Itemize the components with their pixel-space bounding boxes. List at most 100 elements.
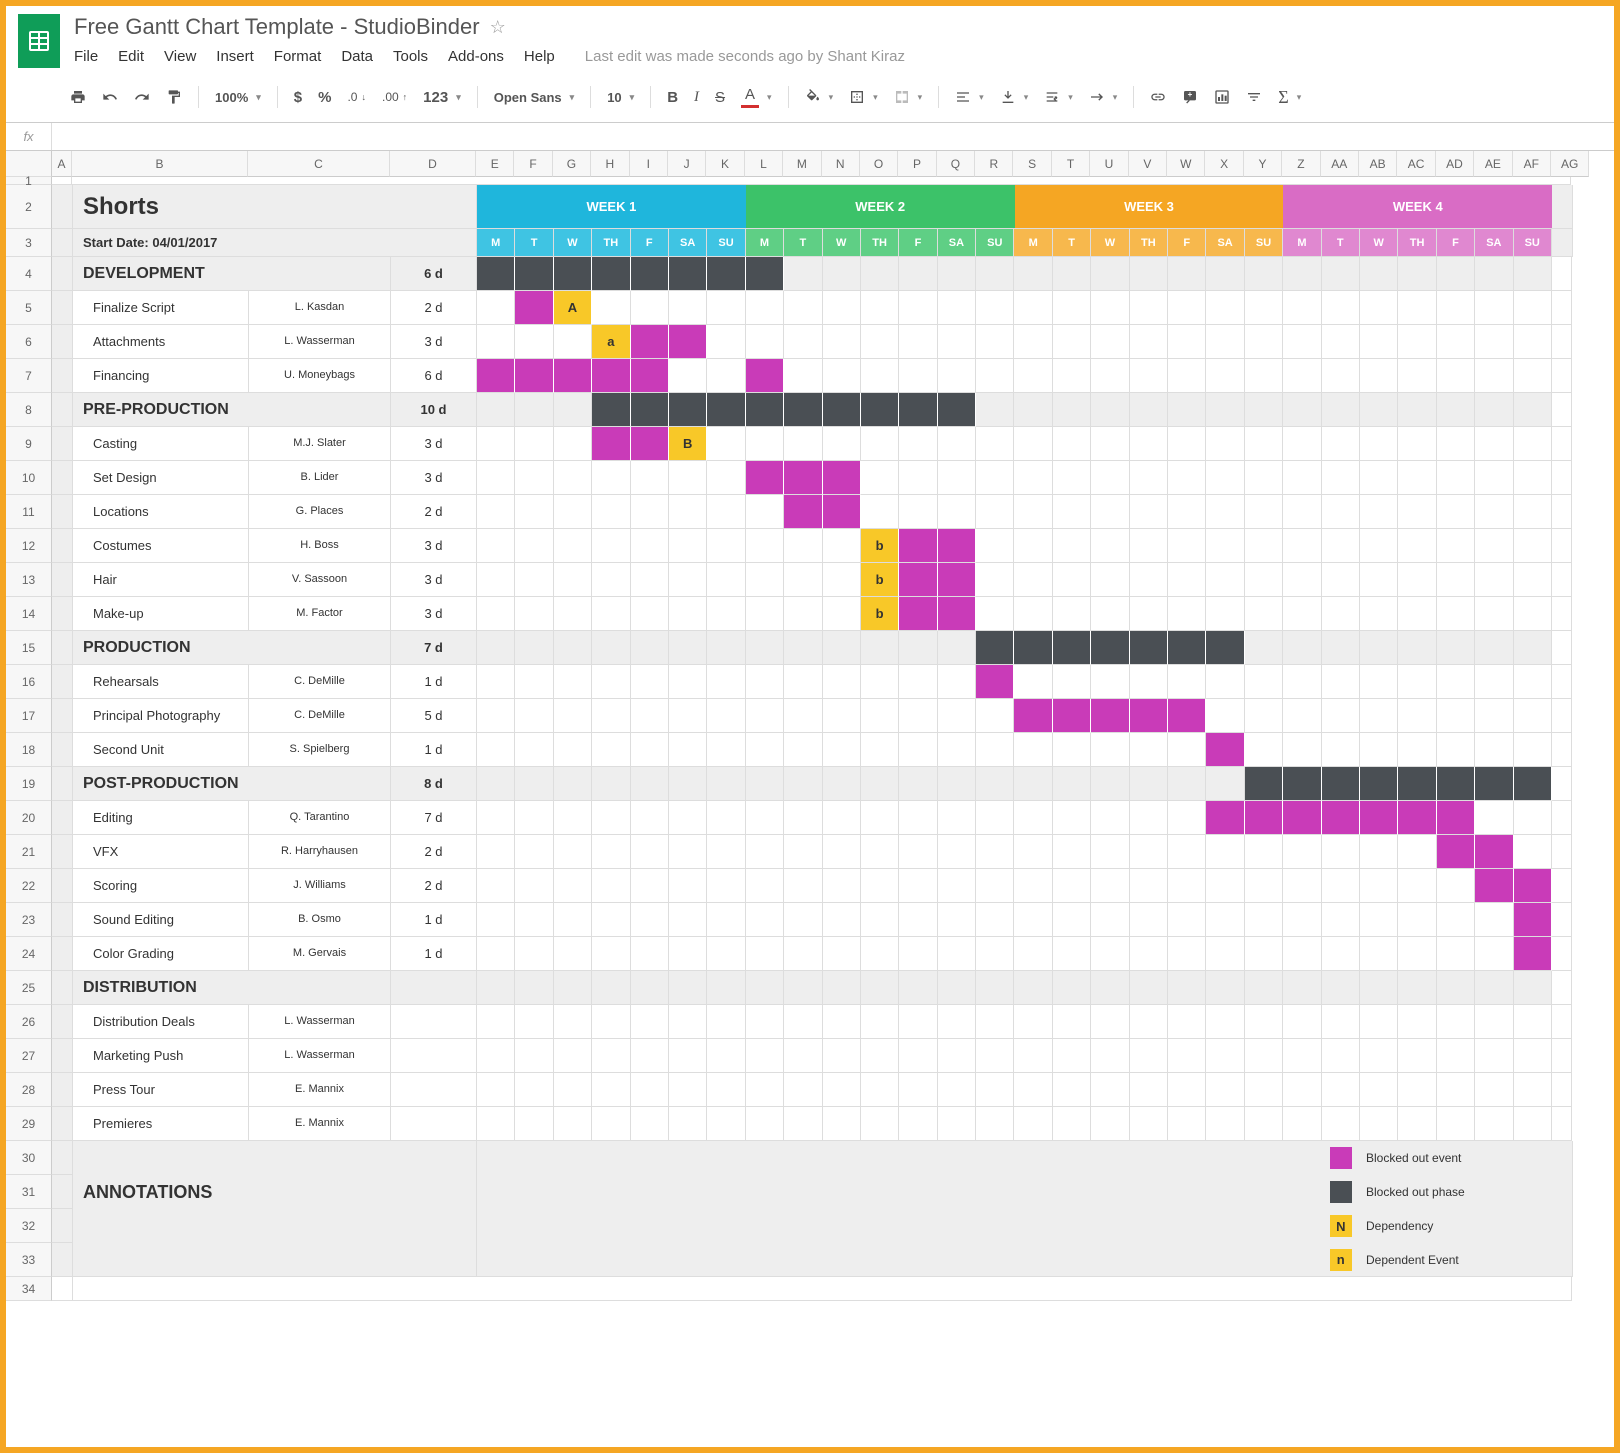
cell[interactable] xyxy=(52,733,73,767)
cell[interactable] xyxy=(746,1209,784,1243)
gantt-cell[interactable] xyxy=(707,529,745,563)
insert-comment-icon[interactable]: + xyxy=(1176,85,1204,109)
gantt-cell[interactable] xyxy=(1014,461,1052,495)
cell[interactable] xyxy=(899,1141,937,1175)
gantt-cell[interactable] xyxy=(477,971,515,1005)
gantt-cell[interactable] xyxy=(707,631,745,665)
cell[interactable] xyxy=(52,325,73,359)
gantt-cell[interactable] xyxy=(1053,257,1091,291)
gantt-cell[interactable] xyxy=(554,359,592,393)
gantt-cell[interactable] xyxy=(746,529,784,563)
gantt-cell[interactable] xyxy=(1360,699,1398,733)
cell[interactable] xyxy=(52,393,73,427)
gantt-cell[interactable] xyxy=(515,937,553,971)
column-header[interactable]: AF xyxy=(1513,151,1551,177)
gantt-cell[interactable] xyxy=(631,1039,669,1073)
gantt-cell[interactable] xyxy=(1360,1073,1398,1107)
edit-status[interactable]: Last edit was made seconds ago by Shant … xyxy=(585,48,905,65)
task-name[interactable]: Premieres xyxy=(73,1107,249,1141)
gantt-cell[interactable] xyxy=(1437,971,1475,1005)
gantt-cell[interactable] xyxy=(1014,257,1052,291)
cell[interactable] xyxy=(669,1243,707,1277)
gantt-cell[interactable] xyxy=(976,563,1014,597)
gantt-cell[interactable] xyxy=(515,359,553,393)
gantt-cell[interactable] xyxy=(899,1039,937,1073)
gantt-cell[interactable] xyxy=(515,903,553,937)
task-duration[interactable]: 1 d xyxy=(391,665,477,699)
gantt-cell[interactable]: b xyxy=(861,563,899,597)
cell[interactable] xyxy=(1053,1209,1091,1243)
gantt-cell[interactable] xyxy=(1322,325,1360,359)
row-header[interactable]: 30 xyxy=(6,1141,52,1175)
cell[interactable] xyxy=(976,1175,1014,1209)
gantt-cell[interactable] xyxy=(1360,631,1398,665)
column-header[interactable]: AD xyxy=(1436,151,1474,177)
gantt-cell[interactable] xyxy=(477,1107,515,1141)
gantt-cell[interactable] xyxy=(746,1107,784,1141)
gantt-cell[interactable] xyxy=(1283,461,1321,495)
gantt-cell[interactable] xyxy=(1514,903,1552,937)
gantt-cell[interactable] xyxy=(1475,597,1513,631)
cell[interactable] xyxy=(477,1141,515,1175)
day-header[interactable]: TH xyxy=(592,229,630,257)
gantt-cell[interactable] xyxy=(631,393,669,427)
gantt-cell[interactable] xyxy=(861,461,899,495)
gantt-cell[interactable] xyxy=(1091,1039,1129,1073)
gantt-cell[interactable] xyxy=(669,393,707,427)
cell[interactable] xyxy=(631,1175,669,1209)
gantt-cell[interactable] xyxy=(823,325,861,359)
gantt-cell[interactable] xyxy=(1014,631,1052,665)
task-owner[interactable]: M. Factor xyxy=(249,597,391,631)
gantt-cell[interactable] xyxy=(669,699,707,733)
gantt-cell[interactable] xyxy=(976,937,1014,971)
cell[interactable] xyxy=(515,1243,553,1277)
gantt-cell[interactable] xyxy=(1437,1073,1475,1107)
gantt-cell[interactable] xyxy=(823,1107,861,1141)
gantt-cell[interactable] xyxy=(1014,1039,1052,1073)
gantt-cell[interactable] xyxy=(554,393,592,427)
row-header[interactable]: 14 xyxy=(6,597,52,631)
gantt-cell[interactable] xyxy=(554,835,592,869)
gantt-cell[interactable] xyxy=(938,359,976,393)
gantt-cell[interactable] xyxy=(1206,257,1244,291)
gantt-cell[interactable] xyxy=(515,495,553,529)
gantt-cell[interactable] xyxy=(746,393,784,427)
cell[interactable] xyxy=(52,495,73,529)
cell[interactable] xyxy=(592,1141,630,1175)
row-header[interactable]: 1 xyxy=(6,177,52,185)
gantt-cell[interactable] xyxy=(1283,1039,1321,1073)
column-header[interactable]: S xyxy=(1013,151,1051,177)
gantt-cell[interactable] xyxy=(631,461,669,495)
gantt-cell[interactable] xyxy=(554,733,592,767)
gantt-cell[interactable] xyxy=(669,1005,707,1039)
gantt-cell[interactable]: b xyxy=(861,597,899,631)
cell[interactable] xyxy=(1130,1141,1168,1175)
column-header[interactable]: A xyxy=(52,151,72,177)
day-header[interactable]: T xyxy=(1322,229,1360,257)
column-header[interactable]: M xyxy=(783,151,821,177)
gantt-cell[interactable] xyxy=(707,1005,745,1039)
cell[interactable] xyxy=(52,1073,73,1107)
gantt-cell[interactable] xyxy=(823,597,861,631)
gantt-cell[interactable] xyxy=(477,495,515,529)
gantt-cell[interactable] xyxy=(784,495,822,529)
cell[interactable] xyxy=(1283,1141,1321,1175)
gantt-cell[interactable] xyxy=(1398,903,1436,937)
gantt-cell[interactable] xyxy=(1283,495,1321,529)
gantt-cell[interactable] xyxy=(784,563,822,597)
cell[interactable] xyxy=(631,1243,669,1277)
gantt-cell[interactable] xyxy=(515,291,553,325)
gantt-cell[interactable] xyxy=(1053,631,1091,665)
gantt-cell[interactable] xyxy=(1360,325,1398,359)
gantt-cell[interactable] xyxy=(1168,495,1206,529)
task-name[interactable]: Set Design xyxy=(73,461,249,495)
gantt-cell[interactable] xyxy=(1091,937,1129,971)
column-header[interactable]: J xyxy=(668,151,706,177)
gantt-cell[interactable] xyxy=(1245,393,1283,427)
gantt-cell[interactable] xyxy=(784,427,822,461)
gantt-cell[interactable] xyxy=(1322,597,1360,631)
column-header[interactable]: H xyxy=(591,151,629,177)
column-header[interactable]: D xyxy=(390,151,476,177)
valign-icon[interactable] xyxy=(994,85,1035,109)
gantt-cell[interactable] xyxy=(1014,563,1052,597)
